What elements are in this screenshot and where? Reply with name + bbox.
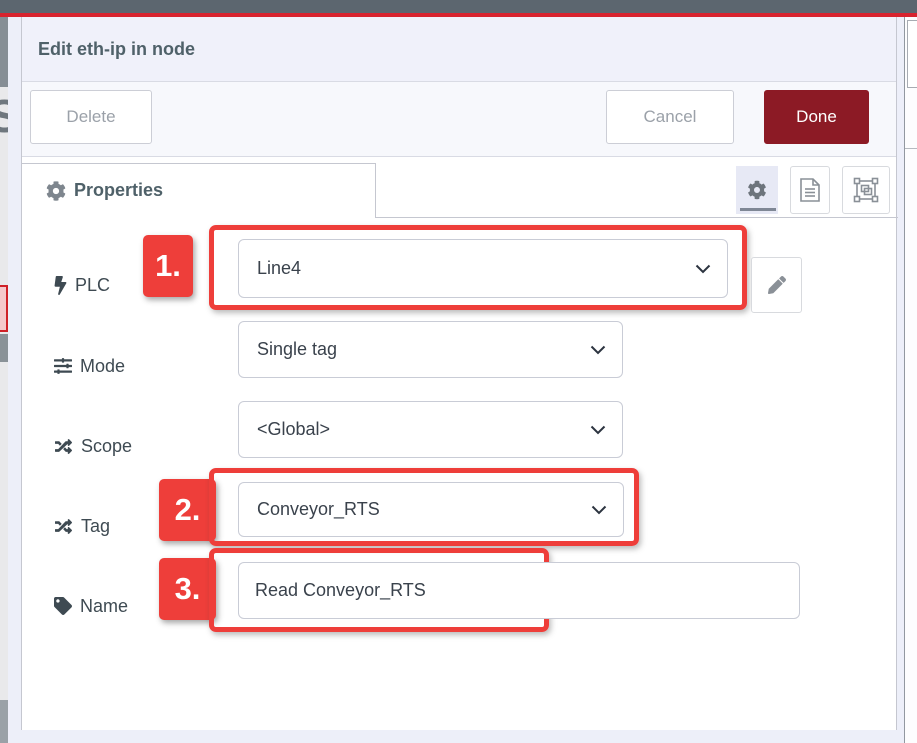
scrollbar-divider: [905, 148, 917, 149]
tab-properties[interactable]: Properties: [22, 163, 376, 218]
chevron-down-icon: [590, 425, 606, 435]
chevron-down-icon: [695, 264, 711, 274]
background-gap-right: [897, 17, 904, 743]
bolt-icon: [54, 276, 67, 295]
window-top-bar: [0, 0, 917, 13]
chevron-down-icon: [590, 345, 606, 355]
mode-select-value: Single tag: [257, 322, 337, 377]
annotation-badge-1: 1.: [143, 235, 193, 297]
name-label: Name: [54, 575, 128, 637]
sliders-icon: [54, 357, 72, 375]
done-button[interactable]: Done: [764, 90, 869, 144]
background-text-fragment: S: [0, 89, 8, 141]
dialog-form: PLC 1. Line4 Mode Single tag Scope <Glob…: [22, 218, 896, 730]
background-left-column: S: [0, 17, 8, 743]
edit-node-dialog: Edit eth-ip in node Delete Cancel Done P…: [21, 17, 897, 730]
name-input[interactable]: [238, 562, 800, 619]
gear-icon: [46, 181, 66, 201]
tag-select[interactable]: Conveyor_RTS: [238, 482, 624, 537]
plc-select[interactable]: Line4: [238, 239, 728, 298]
chevron-down-icon: [591, 505, 607, 515]
shuffle-icon: [54, 438, 73, 455]
background-gap-left: [8, 17, 21, 743]
dialog-title: Edit eth-ip in node: [38, 17, 195, 82]
background-block: [0, 17, 8, 87]
tag-icon: [54, 597, 72, 615]
mode-select[interactable]: Single tag: [238, 321, 623, 378]
scope-select[interactable]: <Global>: [238, 401, 623, 458]
shuffle-icon: [54, 518, 73, 535]
background-gap-bottom: [21, 730, 897, 743]
dialog-button-row: Delete Cancel Done: [22, 82, 896, 157]
description-icon-button[interactable]: [790, 166, 830, 214]
scrollbar-track[interactable]: [905, 17, 917, 743]
plc-label: PLC: [54, 254, 110, 316]
selected-tab-underline: [740, 208, 776, 211]
scrollbar-thumb[interactable]: [907, 20, 917, 88]
annotation-badge-2: 2.: [159, 479, 216, 541]
background-palette-node-gray: [0, 334, 8, 362]
scope-label: Scope: [54, 415, 132, 477]
edit-plc-config-button[interactable]: [751, 257, 802, 313]
pencil-icon: [768, 276, 786, 294]
scope-select-value: <Global>: [257, 402, 330, 457]
properties-icon-button[interactable]: [736, 166, 778, 214]
delete-button[interactable]: Delete: [30, 90, 152, 144]
plc-select-value: Line4: [257, 240, 301, 297]
tag-select-value: Conveyor_RTS: [257, 483, 380, 536]
annotation-badge-3: 3.: [159, 558, 216, 620]
appearance-icon-button[interactable]: [842, 166, 890, 214]
tab-properties-label: Properties: [74, 164, 163, 217]
dialog-header: Edit eth-ip in node: [22, 17, 896, 82]
tag-label: Tag: [54, 495, 110, 557]
mode-label: Mode: [54, 335, 125, 397]
background-block-bottom: [0, 700, 8, 743]
background-palette-node-red: [0, 285, 8, 332]
cancel-button[interactable]: Cancel: [606, 90, 734, 144]
dialog-tab-row: Properties: [22, 157, 896, 218]
